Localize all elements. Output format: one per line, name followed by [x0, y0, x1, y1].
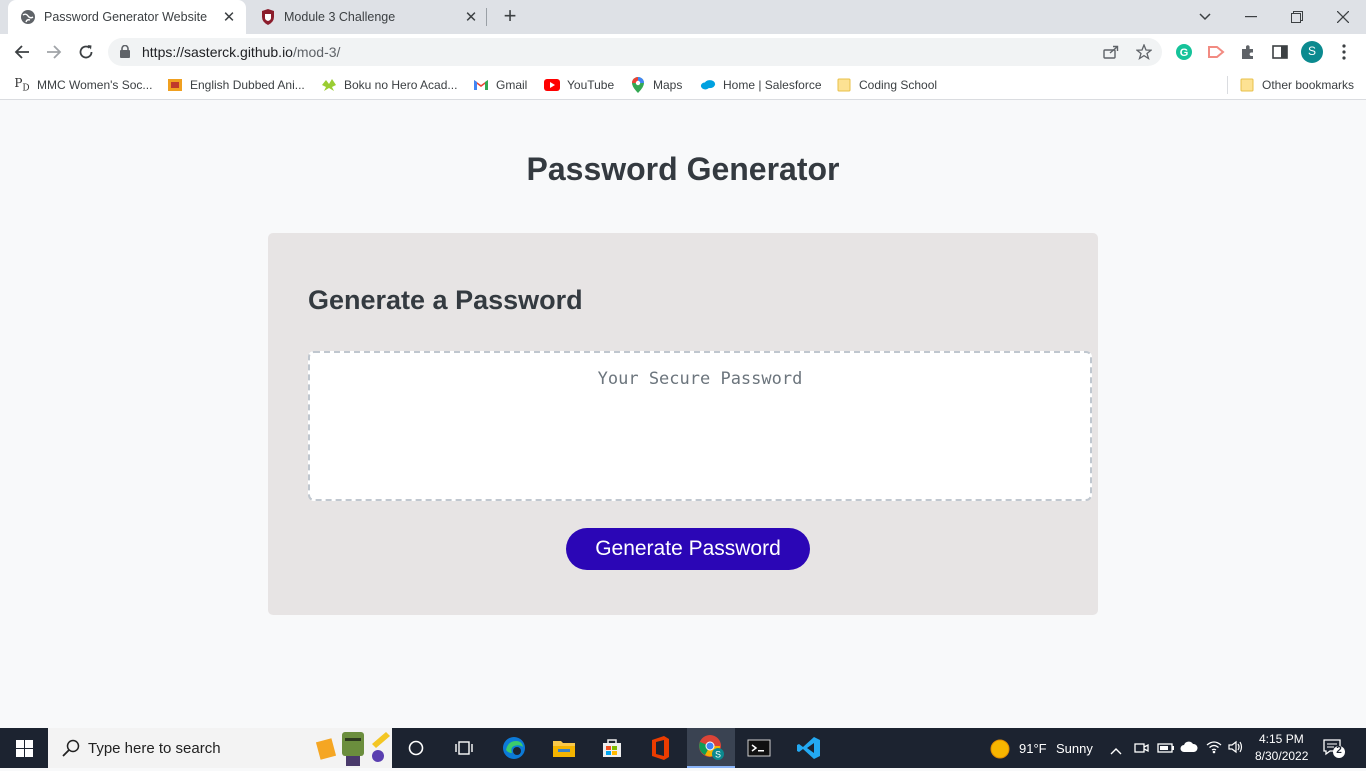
bookmark-label: Gmail: [496, 78, 528, 92]
share-icon[interactable]: [1102, 44, 1120, 60]
tab-password-generator[interactable]: Password Generator Website ✕: [8, 0, 246, 34]
grammarly-icon[interactable]: G: [1174, 42, 1194, 62]
clock-time[interactable]: 4:15 PM: [1259, 732, 1304, 746]
vscode-icon[interactable]: [785, 728, 833, 768]
folder-icon: [836, 77, 852, 93]
bookmark-label: Coding School: [859, 78, 938, 92]
salesforce-icon: [700, 77, 716, 93]
meet-now-icon[interactable]: [1133, 740, 1149, 761]
edge-browser-icon[interactable]: [490, 728, 538, 768]
search-icon: [62, 739, 80, 762]
office-icon[interactable]: [636, 728, 684, 768]
screencast-extension-icon[interactable]: [1206, 42, 1226, 62]
profile-avatar[interactable]: S: [1300, 40, 1324, 64]
boku-site-icon: [321, 77, 337, 93]
bookmark-label: Maps: [653, 78, 683, 92]
card-title: Generate a Password: [308, 285, 583, 315]
shield-icon: [260, 9, 276, 25]
bookmark-label: YouTube: [567, 78, 615, 92]
password-output[interactable]: [308, 351, 1092, 501]
taskbar-search-box[interactable]: Type here to search: [48, 728, 392, 768]
svg-text:G: G: [1180, 47, 1189, 59]
bookmark-label: English Dubbed Ani...: [190, 78, 305, 92]
page-title: Password Generator: [526, 151, 840, 187]
svg-text:S: S: [715, 750, 721, 760]
bookmark-star-icon[interactable]: [1135, 44, 1153, 60]
back-arrow-icon[interactable]: [10, 40, 34, 64]
search-highlight-illustration-icon: [315, 730, 392, 771]
restore-button[interactable]: [1274, 0, 1320, 34]
bookmark-coding-school[interactable]: Coding School: [836, 76, 937, 94]
bookmark-maps[interactable]: Maps: [630, 76, 682, 94]
tab-module-3-challenge[interactable]: Module 3 Challenge ✕: [248, 0, 488, 34]
page-body: Password Generator Generate a Password G…: [0, 101, 1366, 728]
bookmark-gmail[interactable]: Gmail: [473, 76, 527, 94]
file-explorer-icon[interactable]: [540, 728, 588, 768]
bookmark-salesforce[interactable]: Home | Salesforce: [700, 76, 822, 94]
bookmark-label: MMC Women's Soc...: [37, 78, 153, 92]
bookmark-boku-no-hero[interactable]: Boku no Hero Acad...: [321, 76, 457, 94]
url-path: /mod-3/: [292, 44, 341, 60]
wifi-icon[interactable]: [1206, 740, 1222, 759]
chrome-taskbar-icon[interactable]: S: [687, 728, 735, 768]
anime-site-icon: [167, 77, 183, 93]
notification-count: 2: [1336, 745, 1342, 756]
tab-divider: [486, 8, 487, 26]
weather-temperature[interactable]: 91°F: [1019, 741, 1047, 756]
bookmark-mmc[interactable]: PD MMC Women's Soc...: [14, 76, 152, 94]
tab-search-chevron-icon[interactable]: [1182, 0, 1228, 34]
generate-password-button[interactable]: Generate Password: [566, 528, 810, 570]
onedrive-cloud-icon[interactable]: [1180, 740, 1198, 759]
clock-date[interactable]: 8/30/2022: [1255, 749, 1308, 763]
url-host: https://sasterck.github.io: [142, 44, 293, 60]
volume-icon[interactable]: [1228, 740, 1244, 759]
weather-sun-icon[interactable]: [990, 739, 1010, 764]
tab-title: Password Generator Website: [44, 10, 208, 24]
weather-condition[interactable]: Sunny: [1056, 741, 1093, 756]
generator-card: Generate a Password Generate Password: [268, 233, 1098, 615]
youtube-icon: [544, 77, 560, 93]
other-bookmarks-label: Other bookmarks: [1262, 78, 1355, 92]
microsoft-store-icon[interactable]: [588, 728, 636, 768]
new-tab-button[interactable]: +: [498, 4, 522, 28]
bookmark-youtube[interactable]: YouTube: [544, 76, 614, 94]
kebab-menu-icon[interactable]: [1334, 42, 1354, 62]
extensions-puzzle-icon[interactable]: [1238, 42, 1258, 62]
profile-initial: S: [1307, 44, 1316, 58]
globe-icon: [20, 9, 36, 25]
taskbar: Type here to search S 91°F Sunny 4:15 PM…: [0, 728, 1366, 768]
terminal-icon[interactable]: [735, 728, 783, 768]
battery-icon[interactable]: [1157, 741, 1175, 759]
pd-logo-icon: PD: [14, 76, 30, 94]
tab-title: Module 3 Challenge: [284, 10, 396, 24]
forward-arrow-icon[interactable]: [42, 40, 66, 64]
url-text: https://sasterck.github.io/mod-3/: [142, 44, 340, 60]
browser-toolbar: https://sasterck.github.io/mod-3/ G S: [0, 34, 1366, 70]
close-tab-icon[interactable]: ✕: [460, 8, 482, 26]
show-hidden-icons-chevron-icon[interactable]: [1110, 742, 1122, 760]
close-window-button[interactable]: [1320, 0, 1366, 34]
windows-start-icon[interactable]: [0, 728, 48, 768]
address-bar[interactable]: https://sasterck.github.io/mod-3/: [108, 38, 1162, 66]
maps-icon: [630, 77, 646, 93]
other-bookmarks[interactable]: Other bookmarks: [1239, 76, 1354, 94]
bookmarks-divider: [1227, 76, 1228, 94]
tab-strip: Password Generator Website ✕ Module 3 Ch…: [0, 0, 1366, 34]
bookmarks-bar: PD MMC Women's Soc... English Dubbed Ani…: [0, 70, 1366, 100]
task-view-icon[interactable]: [440, 728, 488, 768]
search-placeholder: Type here to search: [88, 740, 221, 757]
lock-icon[interactable]: [120, 44, 130, 63]
notification-center-icon[interactable]: 2: [1323, 738, 1345, 763]
minimize-button[interactable]: [1228, 0, 1274, 34]
cortana-circle-icon[interactable]: [392, 728, 440, 768]
close-tab-icon[interactable]: ✕: [218, 8, 240, 26]
bookmark-english-dubbed[interactable]: English Dubbed Ani...: [167, 76, 305, 94]
bookmark-label: Boku no Hero Acad...: [344, 78, 458, 92]
reload-icon[interactable]: [74, 40, 98, 64]
folder-icon: [1239, 77, 1255, 93]
side-panel-icon[interactable]: [1270, 42, 1290, 62]
gmail-icon: [473, 77, 489, 93]
bookmark-label: Home | Salesforce: [723, 78, 822, 92]
